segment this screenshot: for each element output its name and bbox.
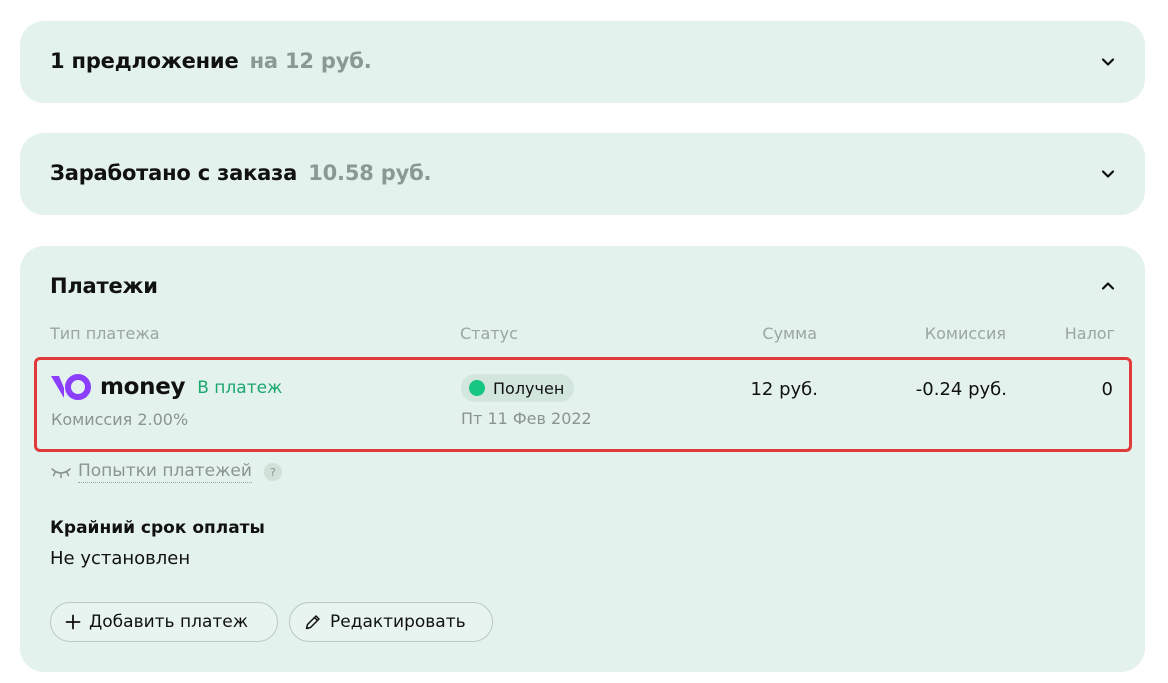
- commission-note: Комиссия 2.00%: [51, 410, 189, 429]
- earned-title-text: Заработано с заказа: [50, 161, 298, 185]
- help-icon[interactable]: ?: [263, 463, 282, 481]
- edit-button[interactable]: Редактировать: [289, 602, 493, 642]
- chevron-up-icon[interactable]: [1099, 277, 1117, 295]
- earned-amount: 10.58 руб.: [308, 161, 432, 185]
- offers-card[interactable]: 1 предложение на 12 руб.: [20, 21, 1145, 103]
- payment-amount: 12 руб.: [750, 379, 818, 400]
- column-header-amount: Сумма: [762, 324, 817, 343]
- payment-provider: money В платеж: [51, 374, 282, 400]
- pencil-icon: [305, 615, 320, 630]
- deadline-value: Не установлен: [50, 548, 191, 569]
- provider-name: money: [100, 373, 186, 400]
- earned-card[interactable]: Заработано с заказа 10.58 руб.: [20, 133, 1145, 215]
- status-badge: Получен: [461, 374, 575, 402]
- offers-amount: на 12 руб.: [249, 49, 372, 73]
- chevron-down-icon[interactable]: [1099, 165, 1117, 183]
- column-header-tax: Налог: [1064, 324, 1115, 343]
- offers-title-text: 1 предложение: [50, 49, 239, 73]
- add-payment-button[interactable]: Добавить платеж: [50, 602, 278, 642]
- payment-row[interactable]: money В платеж Комиссия 2.00% Получен Пт…: [34, 357, 1132, 452]
- payment-attempts-link[interactable]: Попытки платежей ?: [50, 461, 282, 483]
- edit-label: Редактировать: [330, 612, 466, 632]
- attempts-label[interactable]: Попытки платежей: [78, 461, 252, 483]
- deadline-label: Крайний срок оплаты: [50, 518, 265, 538]
- plus-icon: [65, 614, 81, 630]
- provider-action: В платеж: [197, 377, 283, 398]
- add-payment-label: Добавить платеж: [89, 612, 249, 632]
- column-header-status: Статус: [460, 324, 518, 343]
- yoomoney-logo-icon: [51, 374, 91, 400]
- column-header-commission: Комиссия: [924, 324, 1006, 343]
- column-header-type: Тип платежа: [50, 324, 160, 343]
- payment-commission: -0.24 руб.: [915, 379, 1007, 400]
- status-dot-icon: [469, 380, 485, 396]
- eye-closed-icon: [51, 468, 71, 479]
- status-text: Получен: [493, 378, 565, 398]
- payment-date: Пт 11 Фев 2022: [461, 409, 592, 428]
- payments-title: Платежи: [50, 274, 158, 298]
- offers-title: 1 предложение на 12 руб.: [50, 49, 372, 73]
- earned-title: Заработано с заказа 10.58 руб.: [50, 161, 432, 185]
- payment-tax: 0: [1101, 379, 1113, 400]
- payments-card: Платежи Тип платежа Статус Сумма Комисси…: [20, 246, 1145, 672]
- chevron-down-icon[interactable]: [1099, 53, 1117, 71]
